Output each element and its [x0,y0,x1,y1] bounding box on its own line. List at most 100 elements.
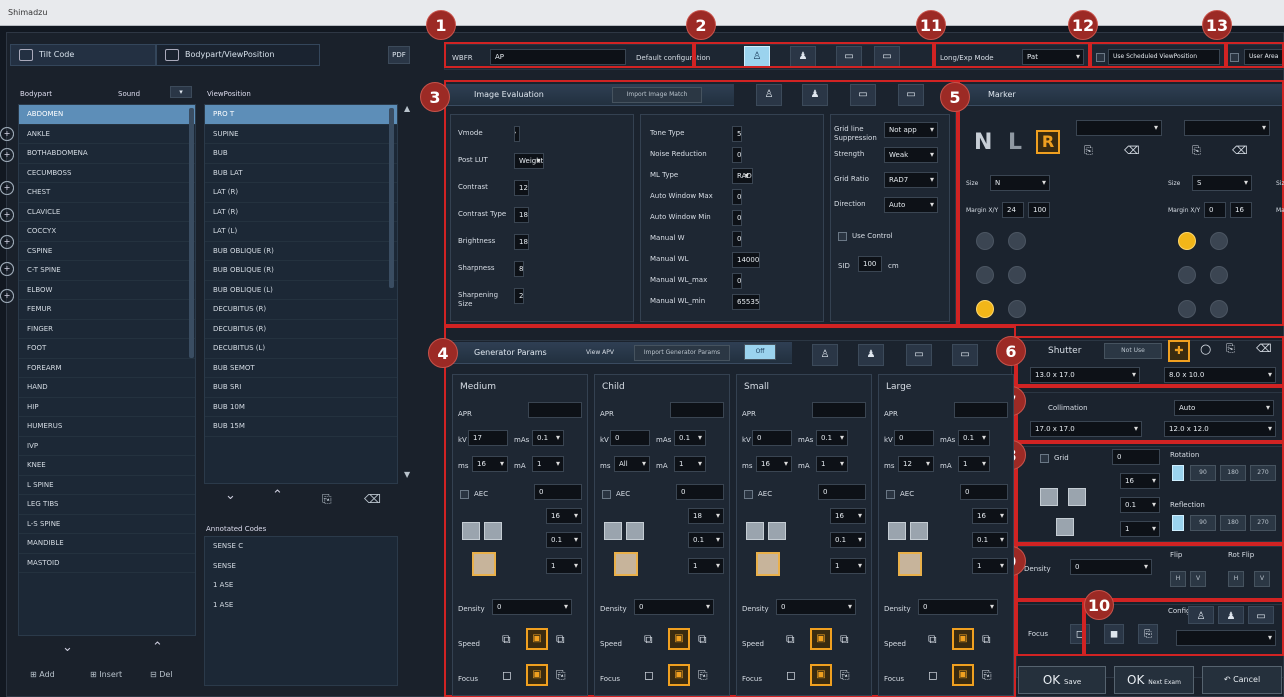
chevron-down-icon[interactable]: ⌄ [225,488,236,503]
viewposition-scrollbar[interactable] [389,108,394,288]
marker-r[interactable]: R [1036,130,1060,154]
list-item[interactable]: DECUBITUS (R) [205,300,397,320]
lying-icon[interactable]: ♟ [802,84,828,106]
marker-delete-icon[interactable]: ⌫ [1232,144,1248,157]
list-item[interactable]: LEG TIBS [19,495,195,515]
field-value[interactable]: 8 [514,261,525,277]
focus-small-icon[interactable]: ◻ [644,668,654,682]
marker-select[interactable] [1076,120,1162,136]
field-value[interactable]: 18 [514,234,529,250]
patient-standing-button[interactable]: ♙ [744,46,770,68]
plus-icon[interactable]: + [0,181,14,195]
list-item[interactable]: BUB SRI [205,378,397,398]
list-item[interactable]: FOOT [19,339,195,359]
bodypart-list[interactable]: ABDOMEN ANKLE BOTHABDOMENA CECUMBOSS CHEST CL… [18,104,196,636]
list-item[interactable]: L-S SPINE [19,515,195,534]
grid-square-2[interactable] [1068,488,1086,506]
plus-icon[interactable]: + [0,289,14,303]
density-select[interactable]: 0 [634,599,714,615]
field-square[interactable] [746,522,764,540]
shutter-mode[interactable]: Not Use [1104,343,1162,359]
lying-icon[interactable]: ♟ [858,344,884,366]
standing-icon[interactable]: ♙ [756,84,782,106]
ms-select[interactable]: All [614,456,650,472]
bodypart-scrollbar[interactable] [189,108,194,358]
focus-config-icon[interactable]: ⎘ [1138,624,1158,644]
aec-checkbox[interactable] [886,490,895,499]
mas-select[interactable]: 0.1 [532,430,564,446]
list-item[interactable]: L SPINE [19,476,195,495]
insert-button[interactable]: ⊞ Insert [90,670,122,679]
shutter-size-1[interactable]: 13.0 x 17.0 [1030,367,1140,383]
delete-icon[interactable]: ⌫ [364,492,381,506]
mas-select[interactable]: 0.1 [958,430,990,446]
table-icon[interactable]: ▭ [850,84,876,106]
cfg-table-icon[interactable]: ▭ [1248,606,1274,624]
cfg-lying-icon[interactable]: ♟ [1218,606,1244,624]
field-select[interactable]: 16 [972,508,1008,524]
user-area-checkbox[interactable] [1230,53,1239,62]
wall-icon[interactable]: ▭ [898,84,924,106]
margin-y[interactable]: 100 [1028,202,1050,218]
focus-large-icon[interactable]: ▣ [810,664,832,686]
list-item[interactable]: C-T SPINE [19,261,195,281]
aec-field[interactable]: 0 [676,484,724,500]
ma-select[interactable]: 1 [816,456,848,472]
list-item[interactable]: COCCYX [19,222,195,242]
marker-position-dot[interactable] [1008,232,1026,250]
field-square[interactable] [888,522,906,540]
density-select[interactable]: 0 [492,599,572,615]
margin-x[interactable]: 24 [1002,202,1024,218]
aec-field[interactable]: 0 [818,484,866,500]
sid-field[interactable]: 100 [858,256,882,272]
field-select-2[interactable]: 0.1 [972,532,1008,548]
grid-ma[interactable]: 1 [1120,521,1160,537]
scheduled-checkbox[interactable] [1096,53,1105,62]
marker-copy-icon[interactable]: ⎘ [1084,144,1093,158]
speed-slow-icon[interactable]: ⧉ [502,632,511,647]
field-select[interactable]: 16 [546,508,582,524]
focus-config-icon[interactable]: ⎘ [982,668,992,683]
cancel-button[interactable]: ↶ Cancel [1202,666,1282,694]
plus-icon[interactable]: + [0,148,14,162]
field-square[interactable] [768,522,786,540]
ok-button[interactable]: OK Save [1018,666,1106,694]
list-item[interactable]: HIP [19,398,195,417]
speed-slow-icon[interactable]: ⧉ [786,632,795,647]
marker-position-dot[interactable] [976,300,994,318]
list-item[interactable]: MASTOID [19,554,195,573]
list-item[interactable]: LAT (R) [205,203,397,222]
apr-field[interactable] [812,402,866,418]
list-item[interactable]: BUB OBLIQUE (L) [205,281,397,300]
speed-slow-icon[interactable]: ⧉ [644,632,653,647]
scheduled-field[interactable]: Use Scheduled ViewPosition [1108,49,1220,65]
import-image-button[interactable]: Import Image Match [612,87,702,103]
ma-select[interactable]: 1 [532,456,564,472]
focus-small-icon[interactable]: ◻ [928,668,938,682]
generator-toggle[interactable]: Off [744,344,776,360]
annotated-list[interactable]: SENSE C SENSE 1 ASE 1 ASE [204,536,398,686]
field-select-3[interactable]: 1 [830,558,866,574]
shutter-rect-icon[interactable]: ✚ [1168,340,1190,362]
list-item[interactable]: KNEE [19,456,195,476]
field-square[interactable] [626,522,644,540]
density-select[interactable]: 0 [776,599,856,615]
collimation-size-2[interactable]: 12.0 x 12.0 [1164,421,1276,437]
chevron-up-icon[interactable]: ⌃ [272,488,283,503]
focus-small-icon[interactable]: ◻ [502,668,512,682]
list-item[interactable]: FOREARM [19,359,195,378]
ma-select[interactable]: 1 [958,456,990,472]
rotation-90[interactable]: 90 [1190,465,1216,481]
sound-dropdown[interactable]: ▾ [170,86,192,98]
grid-kv[interactable]: 0 [1112,449,1160,465]
ok-next-button[interactable]: OK Next Exam [1114,666,1194,694]
collimation-mode[interactable]: Auto [1174,400,1274,416]
plus-icon[interactable]: + [0,208,14,222]
speed-fast-icon[interactable]: ⧉ [556,632,565,647]
list-item[interactable]: ELBOW [19,281,195,300]
ms-select[interactable]: 16 [472,456,508,472]
field-square[interactable] [484,522,502,540]
field-center-selected[interactable] [756,552,780,576]
density-select[interactable]: 0 [918,599,998,615]
tab-bodypart[interactable]: Bodypart/ViewPosition [156,44,320,66]
